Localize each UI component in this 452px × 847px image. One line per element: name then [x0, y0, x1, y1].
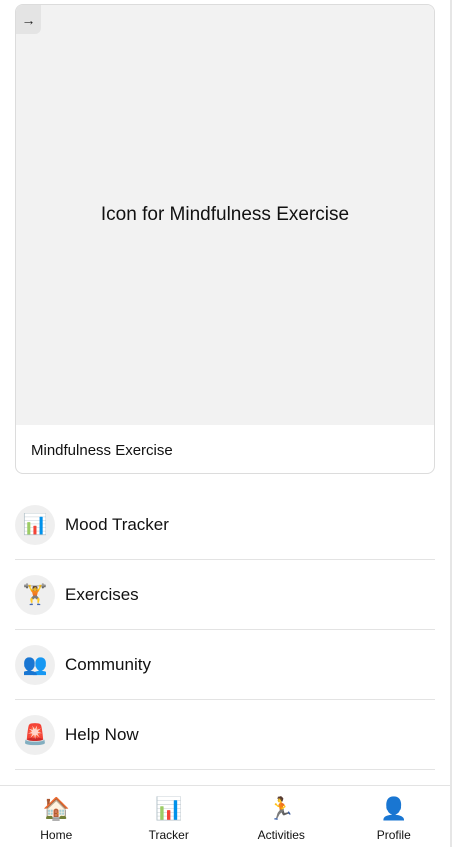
mindfulness-card[interactable]: Icon for Mindfulness Exercise → Mindfuln… — [15, 4, 435, 474]
house-icon: 🏠 — [42, 796, 70, 821]
feature-menu: 📊 Mood Tracker 🏋️ Exercises 👥 Community … — [15, 490, 435, 770]
menu-item-label: Mood Tracker — [65, 514, 169, 534]
siren-icon: 🚨 — [15, 714, 55, 755]
nav-item-home[interactable]: 🏠 Home — [0, 786, 113, 847]
nav-item-label: Profile — [376, 828, 411, 842]
card-caption: Mindfulness Exercise — [31, 442, 173, 459]
menu-item-label: Community — [65, 654, 151, 674]
nav-item-profile[interactable]: 👤 Profile — [338, 786, 451, 847]
card-image-text: Icon for Mindfulness Exercise — [100, 203, 350, 225]
menu-item-exercises[interactable]: 🏋️ Exercises — [15, 560, 435, 630]
menu-item-community[interactable]: 👥 Community — [15, 630, 435, 700]
menu-item-label: Exercises — [65, 584, 139, 604]
nav-item-label: Activities — [257, 828, 305, 842]
bar-chart-icon: 📊 — [15, 504, 55, 545]
menu-item-help-now[interactable]: 🚨 Help Now — [15, 700, 435, 770]
menu-item-label: Help Now — [65, 724, 139, 744]
card-image-placeholder: Icon for Mindfulness Exercise — [16, 5, 434, 425]
people-icon: 👥 — [15, 644, 55, 685]
bar-chart-icon: 📊 — [155, 796, 183, 821]
menu-item-mood-tracker[interactable]: 📊 Mood Tracker — [15, 490, 435, 560]
runner-icon: 🏃 — [267, 796, 295, 821]
arrow-right-icon[interactable]: → — [16, 5, 41, 34]
nav-item-label: Home — [40, 828, 73, 842]
bottom-navigation: 🏠 Home 📊 Tracker 🏃 Activities 👤 Profile — [0, 785, 450, 847]
nav-item-label: Tracker — [148, 828, 189, 842]
user-silhouette-icon: 👤 — [380, 796, 408, 821]
nav-item-tracker[interactable]: 📊 Tracker — [113, 786, 226, 847]
weightlifter-icon: 🏋️ — [15, 574, 55, 615]
nav-item-activities[interactable]: 🏃 Activities — [225, 786, 338, 847]
